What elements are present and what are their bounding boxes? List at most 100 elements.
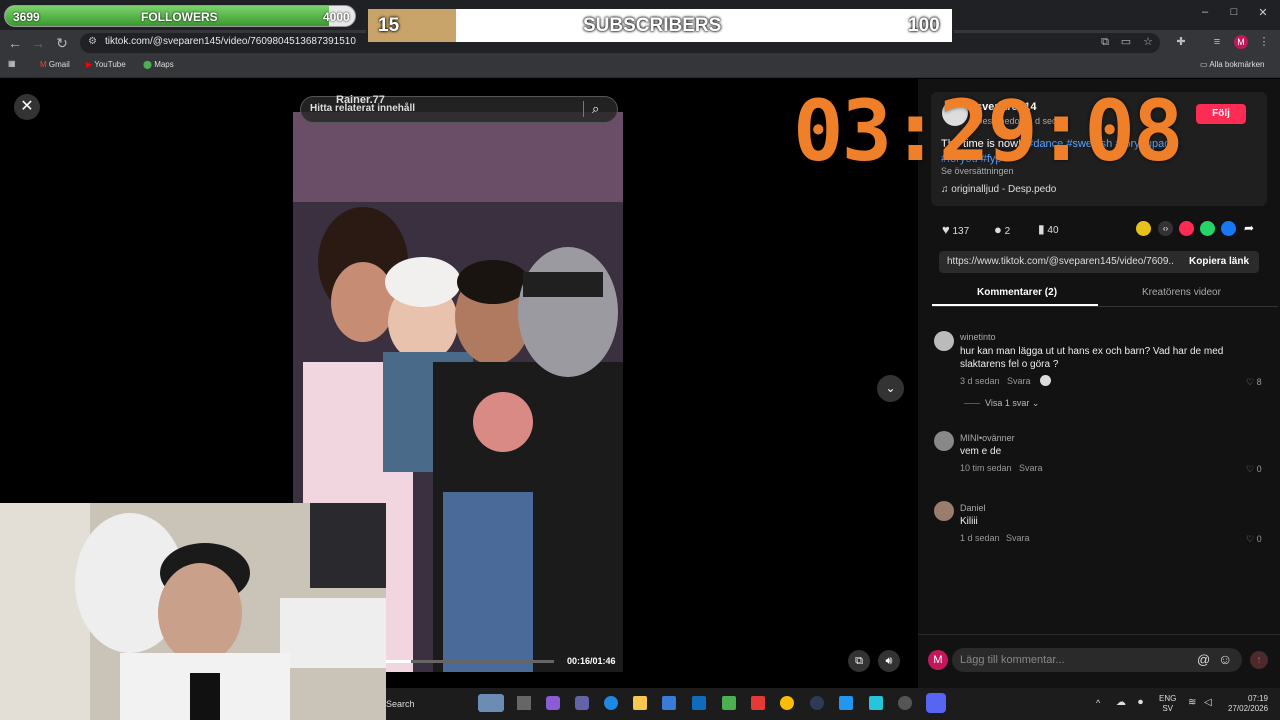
mention-icon[interactable]: @ (1197, 652, 1210, 667)
heart-outline-icon: ♡ (1246, 464, 1257, 474)
photos-icon[interactable] (839, 696, 853, 710)
commenter-avatar[interactable] (934, 331, 954, 351)
comment-like[interactable]: ♡ 0 (1246, 464, 1262, 475)
back-icon[interactable]: ← (6, 34, 24, 52)
chrome-icon[interactable] (780, 696, 794, 710)
followers-goal-bar: 3699 FOLLOWERS 4000 (4, 5, 356, 27)
comment-like[interactable]: ♡ 8 (1246, 377, 1262, 388)
edge-icon[interactable] (604, 696, 618, 710)
app-icon[interactable] (751, 696, 765, 710)
clock-time: 07:19 (1247, 694, 1268, 703)
post-comment-button[interactable]: ↑ (1250, 651, 1268, 669)
taskbar-widget-icon[interactable] (478, 694, 504, 712)
comment-like[interactable]: ♡ 0 (1246, 534, 1262, 545)
copy-link-button[interactable]: Kopiera länk (1189, 256, 1249, 267)
folder-icon: ▭ (1200, 60, 1210, 69)
view-replies-button[interactable]: Visa 1 svar ⌄ (985, 398, 1039, 409)
taskbar-clock[interactable]: 07:19 27/02/2026 (1228, 694, 1268, 714)
microphone-icon[interactable]: ⏺ (1138, 697, 1143, 708)
commenter-name[interactable]: MINI•ovänner (960, 433, 1015, 443)
sound-label: originalljud - Desp.pedo (951, 184, 1057, 195)
comment-button[interactable]: ● 2 (994, 222, 1010, 237)
maps-icon: ⬤ (143, 60, 155, 69)
save-button[interactable]: ▮ 40 (1038, 222, 1059, 236)
apps-grid-icon[interactable]: ▦ (8, 59, 16, 68)
language-indicator[interactable]: ENG SV (1159, 694, 1176, 714)
site-info-icon[interactable]: ⚙ (88, 36, 97, 47)
search-icon[interactable]: ⌕ (592, 101, 599, 117)
share-friends-icon[interactable] (1136, 221, 1151, 236)
bookmark-youtube[interactable]: ▶ YouTube (86, 60, 126, 69)
teams-icon[interactable] (575, 696, 589, 710)
bookmark-gmail[interactable]: M Gmail (40, 60, 70, 69)
post-link: https://www.tiktok.com/@sveparen145/vide… (947, 256, 1173, 267)
tab-comments[interactable]: Kommentarer (2) (977, 287, 1057, 298)
close-video-button[interactable]: ✕ (14, 94, 40, 120)
profile-avatar[interactable]: M (1234, 35, 1248, 49)
next-video-button[interactable]: ⌄ (877, 375, 904, 402)
discord-icon[interactable] (926, 693, 946, 713)
task-view-icon[interactable] (517, 696, 531, 710)
translate-icon[interactable]: ⧉ (1099, 36, 1111, 48)
obs-icon[interactable] (898, 696, 912, 710)
related-search-input[interactable]: Hitta relaterat innehåll (310, 103, 415, 114)
reply-button[interactable]: Svara (1007, 376, 1031, 386)
commenter-avatar[interactable] (934, 501, 954, 521)
forward-icon[interactable]: → (29, 34, 47, 52)
bookmark-label: YouTube (94, 60, 126, 69)
extensions-icon[interactable]: ✚ (1175, 36, 1187, 48)
emoji-icon[interactable]: ☺ (1218, 651, 1232, 667)
comment-text: vem e de (960, 446, 1002, 457)
store-icon[interactable] (662, 696, 676, 710)
facebook-icon[interactable] (1221, 221, 1236, 236)
reply-button[interactable]: Svara (1019, 463, 1043, 473)
tray-chevron-icon[interactable]: ^ (1096, 698, 1100, 708)
commenter-avatar[interactable] (934, 431, 954, 451)
active-tab-indicator (932, 304, 1098, 306)
clock-date: 27/02/2026 (1228, 704, 1269, 713)
speaker-icon[interactable]: ◁ (1204, 697, 1212, 708)
heart-icon: ♥ (942, 222, 950, 237)
minimize-icon[interactable]: – (1198, 6, 1212, 18)
tray-app-icon[interactable]: ☁ (1116, 697, 1126, 708)
chevron-down-icon: ⌄ (885, 381, 896, 395)
app-icon[interactable] (810, 696, 824, 710)
embed-icon[interactable]: ‹› (1158, 221, 1173, 236)
video-progress-track[interactable] (386, 660, 554, 663)
miniplayer-button[interactable]: ⧉ (848, 650, 870, 672)
media-icon[interactable]: ≡ (1211, 36, 1223, 48)
volume-button[interactable]: 🔊︎ (878, 650, 900, 672)
share-more-icon[interactable]: ➦ (1244, 221, 1254, 235)
mail-icon[interactable] (692, 696, 706, 710)
bookmark-maps[interactable]: ⬤ Maps (143, 60, 174, 69)
youtube-icon: ▶ (86, 60, 95, 69)
whatsapp-icon[interactable] (1200, 221, 1215, 236)
wifi-icon[interactable]: ≋ (1188, 697, 1196, 708)
like-button[interactable]: ♥ 137 (942, 222, 969, 237)
explorer-icon[interactable] (633, 696, 647, 710)
close-window-icon[interactable]: ✕ (1256, 6, 1270, 19)
menu-kebab-icon[interactable]: ⋮ (1258, 36, 1270, 48)
copilot-icon[interactable] (546, 696, 560, 710)
sound-row[interactable]: ♫ originalljud - Desp.pedo (941, 184, 1056, 195)
cast-icon[interactable]: ▭ (1120, 36, 1132, 48)
follow-button[interactable]: Följ (1196, 104, 1246, 124)
commenter-name[interactable]: Daniel (960, 503, 986, 513)
followers-current: 3699 (13, 10, 40, 24)
all-bookmarks[interactable]: ▭ Alla bokmärken (1200, 60, 1264, 69)
gmail-icon: M (40, 60, 49, 69)
stream-timer: 03:29:08 (793, 82, 1184, 180)
commenter-name[interactable]: winetinto (960, 332, 996, 342)
app-icon[interactable] (722, 696, 736, 710)
send-icon[interactable] (1179, 221, 1194, 236)
app-icon[interactable] (869, 696, 883, 710)
subscribers-goal: 100 (908, 15, 940, 36)
reload-icon[interactable]: ↻ (53, 34, 71, 52)
maximize-icon[interactable]: □ (1227, 6, 1241, 18)
reply-button[interactable]: Svara (1006, 533, 1030, 543)
comment-time: 3 d sedan (960, 376, 1000, 386)
taskbar-search[interactable]: Search (386, 699, 415, 709)
comment-time: 10 tim sedan (960, 463, 1012, 473)
tab-creator-videos[interactable]: Kreatörens videor (1142, 287, 1221, 298)
bookmark-star-icon[interactable]: ☆ (1142, 36, 1154, 48)
